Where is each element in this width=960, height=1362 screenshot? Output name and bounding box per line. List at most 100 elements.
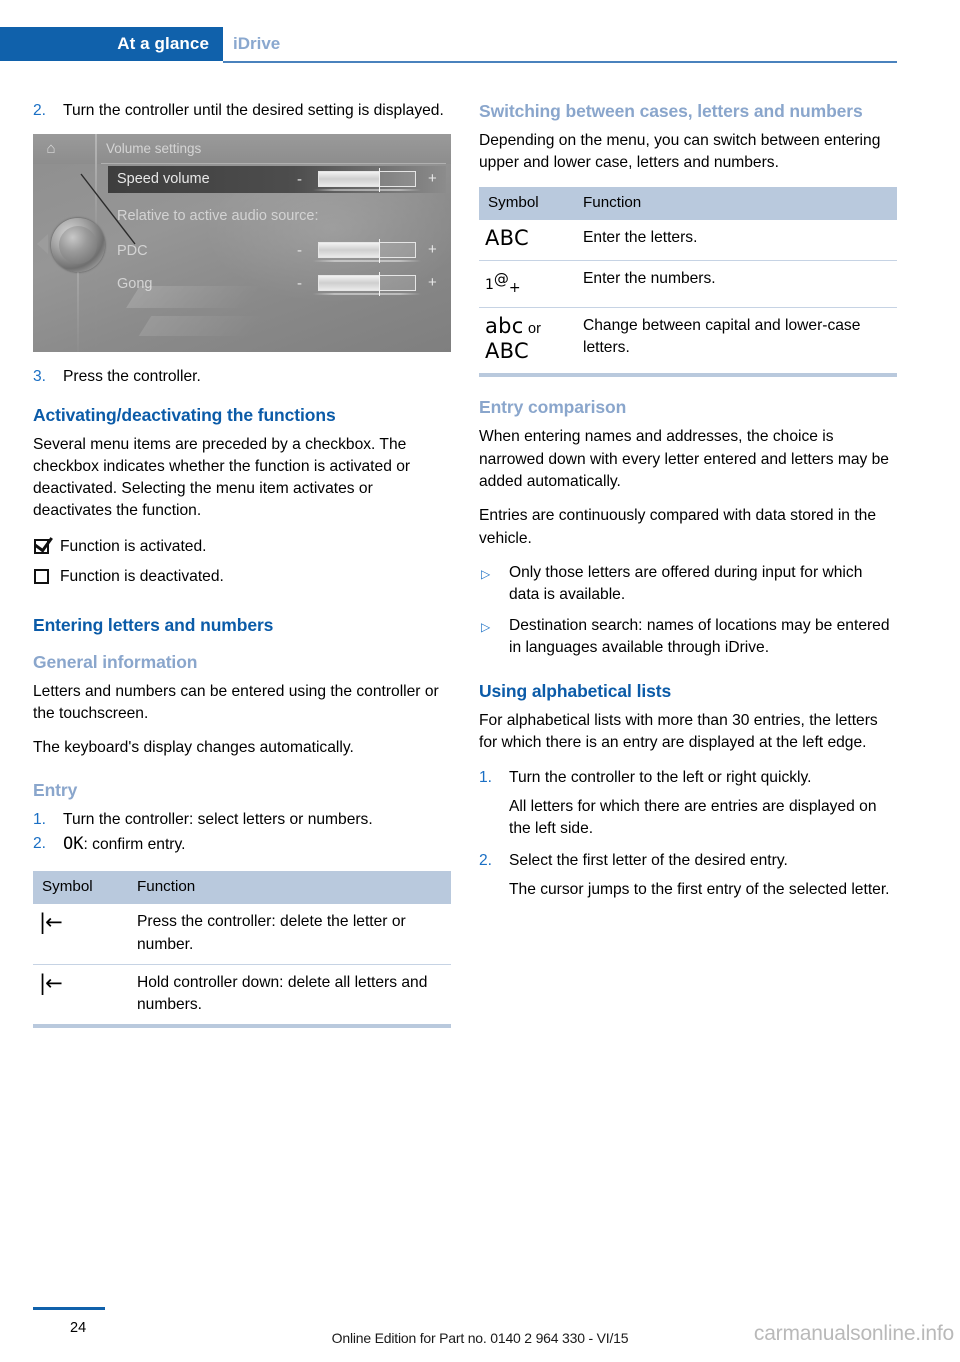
triangle-bullet-icon: ▷: [481, 566, 491, 581]
slider-fill: [319, 172, 379, 187]
entry-step-list: 1. Turn the controller: select letters o…: [33, 809, 451, 857]
table-row: 1@+ Enter the numbers.: [479, 259, 897, 308]
checkbox-label: Function is deactivated.: [60, 567, 224, 585]
heading-entry: Entry: [33, 779, 78, 800]
heading-activating-deactivating: Activating/deactivating the functions: [33, 404, 336, 425]
page-header: At a glance iDrive: [0, 27, 960, 63]
checkbox-checked-icon: [34, 532, 53, 555]
backspace-hold-icon: |←: [39, 970, 63, 995]
heading-using-alphabetical-lists: Using alphabetical lists: [479, 681, 672, 702]
list-item: ▷ Destination search: names of locations…: [479, 615, 897, 660]
tab-idrive[interactable]: iDrive: [233, 27, 280, 61]
idrive-slider-speed[interactable]: [313, 168, 421, 193]
column-header-symbol: Symbol: [479, 186, 574, 220]
abc-lowercase-icon: abc: [485, 313, 524, 338]
comparison-bullet-list: ▷ Only those letters are offered during …: [479, 562, 897, 659]
cell-function: Enter the letters.: [583, 228, 698, 246]
column-header-symbol: Symbol: [33, 871, 128, 905]
table-header-row: Symbol Function: [479, 186, 897, 220]
alpha-step-list: 1. Turn the controller to the left or ri…: [479, 767, 897, 901]
number-at-plus-icon: 1@+: [485, 269, 521, 296]
home-icon: ⌂: [46, 140, 56, 158]
step-continuation: All letters for which there are entries …: [509, 798, 877, 838]
paragraph-comparison-2: Entries are continuously compared with d…: [479, 507, 876, 547]
paragraph-activating: Several menu items are preceded by a che…: [33, 435, 411, 520]
paragraph-general-2: The keyboard's display changes automatic…: [33, 739, 354, 757]
tab-at-a-glance-label: At a glance: [117, 34, 209, 53]
table-bottom-rule: [33, 1024, 451, 1029]
watermark: carmanualsonline.info: [753, 1322, 954, 1345]
column-header-function: Function: [128, 871, 451, 905]
tab-idrive-label: iDrive: [233, 34, 281, 53]
step-text-with-symbol: OK: confirm entry.: [63, 833, 451, 856]
cell-symbol: |←: [33, 904, 128, 964]
list-item: ▷ Only those letters are offered during …: [479, 562, 897, 607]
cell-function: Hold controller down: delete all letters…: [128, 963, 451, 1025]
screen-perspective-band-1: [126, 286, 260, 309]
controller-knob-inner: [59, 226, 97, 265]
checkbox-label: Function is activated.: [60, 537, 207, 555]
paragraph-alpha: For alphabetical lists with more than 30…: [479, 712, 878, 752]
triangle-bullet-icon: ▷: [481, 619, 491, 634]
heading-entry-comparison: Entry comparison: [479, 397, 627, 418]
backspace-icon: |←: [39, 910, 63, 935]
tab-at-a-glance[interactable]: At a glance: [0, 27, 223, 61]
paragraph-comparison-1: When entering names and addresses, the c…: [479, 428, 889, 491]
slider-underline: [313, 260, 421, 263]
step-number: 1.: [33, 810, 47, 828]
idrive-minus-pdc[interactable]: -: [297, 242, 302, 260]
heading-entering-letters-numbers: Entering letters and numbers: [33, 614, 274, 635]
slider-fill: [319, 276, 379, 291]
cell-symbol: 1@+: [479, 259, 574, 308]
step-text: : confirm entry.: [83, 835, 186, 853]
cell-function: Enter the numbers.: [574, 259, 897, 308]
footer-divider: [33, 1307, 105, 1310]
column-header-function: Function: [574, 186, 897, 220]
table-header-row: Symbol Function: [33, 871, 451, 905]
idrive-slider-gong[interactable]: [313, 272, 421, 297]
symbol-or-label: or: [528, 320, 541, 337]
idrive-plus-speed[interactable]: +: [428, 170, 437, 188]
cell-function: Press the controller: delete the letter …: [137, 913, 406, 953]
table-row: ABC Enter the letters.: [479, 220, 897, 261]
controller-stem: [77, 264, 79, 353]
controller-knob-icon: [51, 218, 105, 273]
list-item: 2. Select the first letter of the desire…: [479, 850, 897, 872]
cell-symbol: ABC: [479, 220, 574, 261]
list-item: 2. OK: confirm entry.: [33, 833, 451, 856]
paragraph-switching: Depending on the menu, you can switch be…: [479, 132, 881, 172]
idrive-slider-pdc[interactable]: [313, 239, 421, 264]
list-item: 2. Turn the controller until the desired…: [33, 100, 451, 122]
step-text: Select the first letter of the desired e…: [509, 851, 788, 869]
idrive-plus-gong[interactable]: +: [428, 274, 437, 292]
step-number: 2.: [33, 102, 47, 119]
idrive-minus-gong[interactable]: -: [297, 275, 302, 293]
paragraph-general-1: Letters and numbers can be entered using…: [33, 682, 439, 723]
heading-general-information: General information: [33, 651, 198, 672]
step-text: Turn the controller until the desired se…: [63, 102, 444, 119]
step-number: 2.: [33, 834, 47, 852]
left-column: 2. Turn the controller until the desired…: [33, 100, 451, 1029]
bullet-text: Destination search: names of locations m…: [509, 616, 890, 656]
list-item: 1. Turn the controller to the left or ri…: [479, 767, 897, 789]
heading-switching-cases: Switching between cases, letters and num…: [479, 101, 863, 121]
list-item: 3. Press the controller.: [33, 366, 451, 388]
header-divider: [223, 61, 897, 63]
cell-function: Change between capital and lower-case le…: [574, 306, 897, 374]
screen-perspective-band-2: [138, 316, 262, 337]
idrive-screenshot: ⌂ Volume settings Speed volume - + Relat…: [33, 134, 451, 353]
step-number: 2.: [479, 851, 493, 869]
slider-underline: [313, 189, 421, 192]
abc-uppercase-icon: ABC: [485, 339, 529, 364]
slider-underline: [313, 293, 421, 296]
idrive-plus-pdc[interactable]: +: [428, 241, 437, 259]
slider-fill: [319, 243, 379, 258]
right-column: Switching between cases, letters and num…: [479, 100, 897, 903]
table-row: abc or ABC Change between capital and lo…: [479, 306, 897, 374]
list-item: 1. Turn the controller: select letters o…: [33, 809, 451, 831]
step-list-press: 3. Press the controller.: [33, 366, 451, 388]
step-text: Turn the controller: select letters or n…: [63, 810, 373, 828]
step-list-controller: 2. Turn the controller until the desired…: [33, 100, 451, 122]
idrive-minus-speed[interactable]: -: [297, 171, 302, 189]
cell-symbol: |←: [33, 963, 128, 1025]
